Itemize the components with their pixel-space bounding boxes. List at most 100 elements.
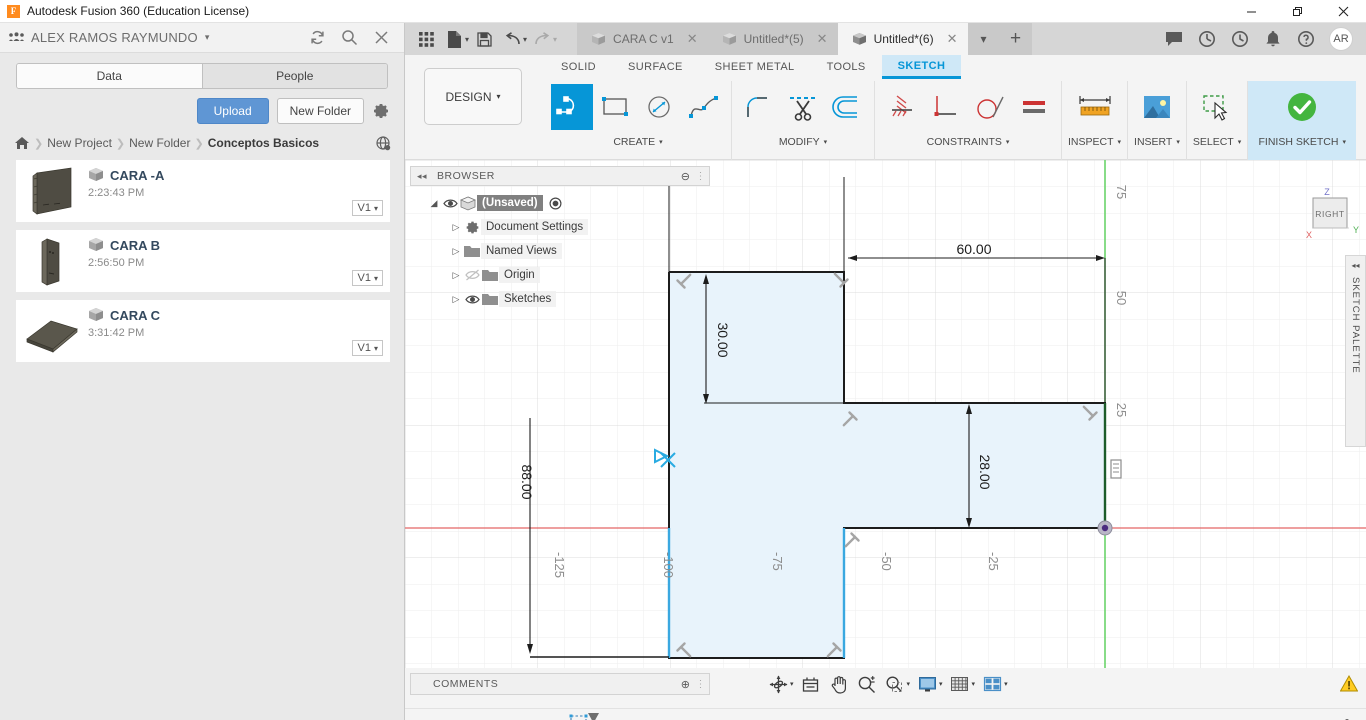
- close-button[interactable]: [1320, 0, 1366, 23]
- chevron-down-icon[interactable]: ▾: [939, 680, 943, 688]
- new-folder-button[interactable]: New Folder: [276, 98, 364, 124]
- refresh-icon[interactable]: [308, 29, 326, 47]
- redo-icon[interactable]: [529, 26, 555, 52]
- chevron-down-icon[interactable]: ▾: [907, 680, 911, 688]
- chevron-down-icon[interactable]: ▾: [790, 680, 794, 688]
- tab-people[interactable]: People: [201, 64, 387, 88]
- expand-arrow-icon[interactable]: ▷: [449, 270, 463, 281]
- collapse-icon[interactable]: ◂◂: [1351, 261, 1359, 270]
- comment-icon[interactable]: [1164, 29, 1184, 49]
- recent-icon[interactable]: [1230, 29, 1250, 49]
- list-item[interactable]: CARA -A 2:23:43 PM V1 ▾: [16, 160, 390, 222]
- tree-item-origin[interactable]: ▷ Origin: [410, 263, 710, 287]
- equal-icon[interactable]: [1013, 84, 1055, 130]
- document-tab-cara-c[interactable]: CARA C v1 ✕: [577, 23, 708, 55]
- version-selector[interactable]: V1 ▾: [351, 200, 383, 216]
- save-icon[interactable]: [471, 26, 497, 52]
- breadcrumb-item-current[interactable]: Conceptos Basicos: [208, 136, 319, 150]
- close-icon[interactable]: ✕: [817, 31, 828, 47]
- fix-constraint-icon[interactable]: [881, 84, 923, 130]
- perpendicular-icon[interactable]: [925, 84, 967, 130]
- notification-bell-icon[interactable]: [1263, 29, 1283, 49]
- new-file-icon[interactable]: [441, 26, 467, 52]
- tab-tools[interactable]: TOOLS: [811, 55, 882, 79]
- display-settings-button[interactable]: ▾: [914, 672, 945, 696]
- collapse-icon[interactable]: ◂◂: [417, 171, 427, 182]
- minimize-icon[interactable]: ⊖: [681, 170, 691, 183]
- pan-button[interactable]: [826, 672, 852, 696]
- maximize-button[interactable]: [1274, 0, 1320, 23]
- radio-dot-icon[interactable]: [549, 196, 563, 210]
- chevron-down-icon[interactable]: ▾: [1238, 138, 1242, 146]
- resize-grip[interactable]: ⋮: [696, 679, 707, 690]
- tab-sheet-metal[interactable]: SHEET METAL: [699, 55, 811, 79]
- apps-grid-icon[interactable]: [413, 26, 439, 52]
- expand-arrow-icon[interactable]: ▷: [449, 246, 463, 257]
- expand-arrow-icon[interactable]: ◢: [427, 198, 441, 209]
- timeline-sketch-feature[interactable]: [568, 712, 602, 720]
- search-icon[interactable]: [340, 29, 358, 47]
- list-item[interactable]: CARA B 2:56:50 PM V1 ▾: [16, 230, 390, 292]
- close-icon[interactable]: ✕: [947, 31, 958, 47]
- expand-arrow-icon[interactable]: ▷: [449, 294, 463, 305]
- chevron-down-icon[interactable]: ▾: [972, 680, 976, 688]
- document-tab-untitled-6[interactable]: Untitled*(6) ✕: [837, 23, 968, 55]
- chevron-down-icon[interactable]: ▾: [1004, 680, 1008, 688]
- chevron-down-icon[interactable]: ▾: [465, 35, 469, 44]
- breadcrumb-item-new-folder[interactable]: New Folder: [129, 136, 190, 150]
- globe-icon[interactable]: [375, 135, 392, 152]
- document-tab-untitled-5[interactable]: Untitled*(5) ✕: [707, 23, 838, 55]
- upload-button[interactable]: Upload: [196, 98, 269, 124]
- new-document-tab-button[interactable]: +: [999, 23, 1032, 55]
- tab-overflow-button[interactable]: ▾: [967, 23, 1000, 55]
- visibility-eye-icon[interactable]: [441, 198, 459, 209]
- fillet-icon[interactable]: [738, 84, 780, 130]
- expand-arrow-icon[interactable]: ▷: [449, 222, 463, 233]
- breadcrumb-item-new-project[interactable]: New Project: [47, 136, 112, 150]
- home-icon[interactable]: [14, 135, 30, 151]
- tree-item-sketches[interactable]: ▷ Sketches: [410, 287, 710, 311]
- tree-item-document-settings[interactable]: ▷ Document Settings: [410, 215, 710, 239]
- tab-data[interactable]: Data: [17, 64, 202, 88]
- chevron-down-icon[interactable]: ▾: [824, 138, 828, 146]
- comments-bar[interactable]: COMMENTS ⊕ ⋮: [410, 673, 710, 695]
- chevron-down-icon[interactable]: ▾: [553, 35, 557, 44]
- version-selector[interactable]: V1 ▾: [351, 270, 383, 286]
- select-cursor-icon[interactable]: [1196, 84, 1238, 130]
- tab-sketch[interactable]: SKETCH: [881, 55, 962, 79]
- version-selector[interactable]: V1 ▾: [351, 340, 383, 356]
- sketch-line-icon[interactable]: [551, 84, 593, 130]
- user-name[interactable]: ALEX RAMOS RAYMUNDO: [31, 30, 198, 45]
- add-comment-icon[interactable]: ⊕: [681, 678, 691, 691]
- apps-grid-icon[interactable]: [8, 30, 24, 46]
- orbit-button[interactable]: ▾: [765, 672, 796, 696]
- list-item[interactable]: CARA C 3:31:42 PM V1 ▾: [16, 300, 390, 362]
- zoom-button[interactable]: [854, 672, 880, 696]
- insert-image-icon[interactable]: [1136, 84, 1178, 130]
- chevron-down-icon[interactable]: ▾: [1006, 138, 1010, 146]
- chevron-down-icon[interactable]: ▾: [523, 35, 527, 44]
- spline-icon[interactable]: [683, 84, 725, 130]
- help-icon[interactable]: [1296, 29, 1316, 49]
- grid-snap-button[interactable]: ▾: [947, 672, 978, 696]
- viewports-button[interactable]: ▾: [979, 672, 1010, 696]
- visibility-eye-off-icon[interactable]: [463, 269, 481, 281]
- tab-surface[interactable]: SURFACE: [612, 55, 699, 79]
- visibility-eye-icon[interactable]: [463, 294, 481, 305]
- avatar[interactable]: AR: [1329, 27, 1353, 51]
- circle-icon[interactable]: [639, 84, 681, 130]
- trim-icon[interactable]: [782, 84, 824, 130]
- fit-view-button[interactable]: [798, 672, 824, 696]
- close-icon[interactable]: [372, 29, 390, 47]
- sketch-palette-tab[interactable]: ◂◂ SKETCH PALETTE: [1345, 255, 1366, 447]
- minimize-button[interactable]: [1228, 0, 1274, 23]
- chevron-down-icon[interactable]: ▾: [1342, 138, 1346, 146]
- tab-solid[interactable]: SOLID: [545, 55, 612, 79]
- undo-icon[interactable]: [499, 26, 525, 52]
- offset-icon[interactable]: [826, 84, 868, 130]
- job-status-icon[interactable]: [1197, 29, 1217, 49]
- measure-icon[interactable]: [1074, 84, 1116, 130]
- gear-icon[interactable]: [372, 102, 390, 120]
- rectangle-icon[interactable]: [595, 84, 637, 130]
- resize-grip[interactable]: ⋮: [696, 171, 707, 182]
